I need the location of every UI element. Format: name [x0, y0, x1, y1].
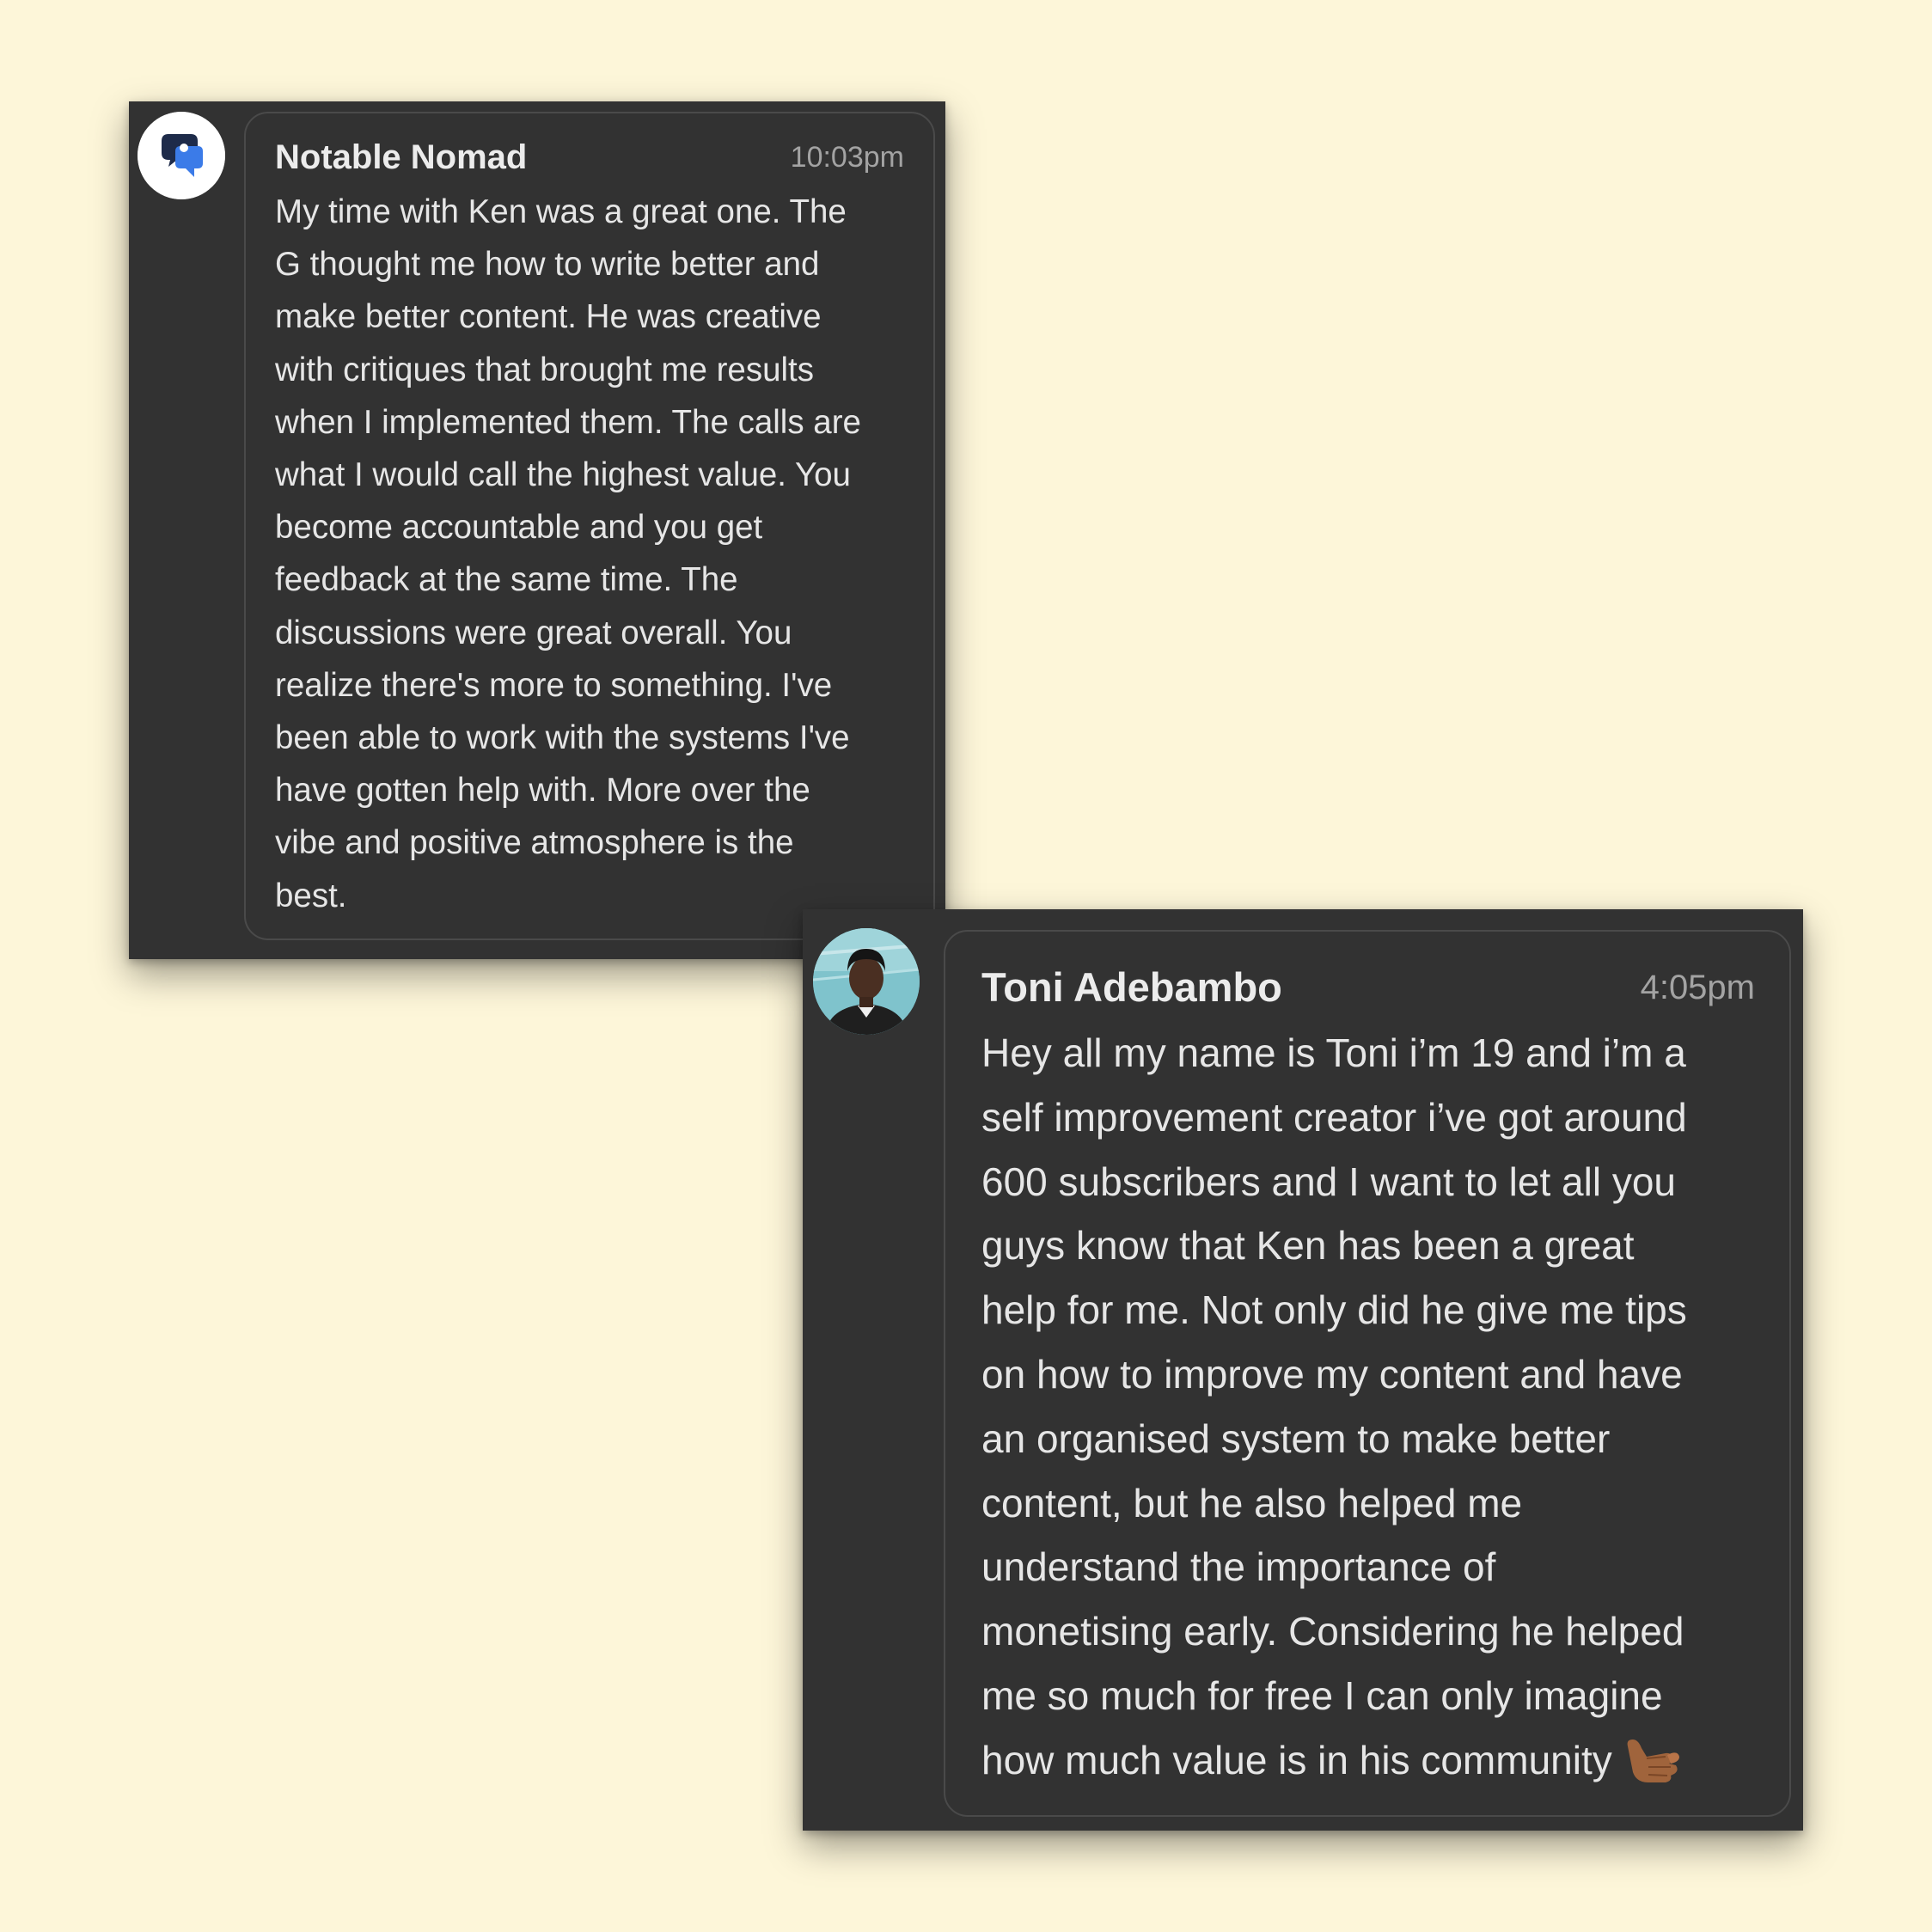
message-timestamp: 10:03pm	[790, 141, 904, 174]
message-timestamp: 4:05pm	[1640, 969, 1755, 1006]
message-line: vibe and positive atmosphere is the	[275, 824, 794, 862]
message-line: realize there's more to something. I've	[275, 666, 833, 704]
call-me-hand-emoji-icon	[1627, 1739, 1679, 1782]
message-body: Hey all my name is Toni i’m 19 and i’m a…	[981, 1021, 1687, 1793]
message-line: G thought me how to write better and	[275, 246, 820, 284]
message-line: Hey all my name is Toni i’m 19 and i’m a	[981, 1030, 1686, 1075]
notable-nomad-logo-icon	[138, 112, 225, 199]
message-body: My time with Ken was a great one. The G …	[275, 186, 861, 922]
message-line: me so much for free I can only imagine	[981, 1672, 1663, 1718]
message-line: have gotten help with. More over the	[275, 772, 810, 810]
message-line: discussions were great overall. You	[275, 614, 792, 651]
message-line: My time with Ken was a great one. The	[275, 193, 847, 230]
message-line: feedback at the same time. The	[275, 561, 738, 599]
message-line: with critiques that brought me results	[275, 351, 814, 388]
message-line: when I implemented them. The calls are	[275, 403, 861, 441]
message-line: make better content. He was creative	[275, 298, 822, 336]
message-line: monetising early. Considering he helped	[981, 1609, 1684, 1654]
message-bubble: Notable Nomad 10:03pm My time with Ken w…	[244, 112, 935, 940]
message-line: 600 subscribers and I want to let all yo…	[981, 1159, 1677, 1204]
message-card-toni-adebambo: Toni Adebambo 4:05pm Hey all my name is …	[803, 909, 1803, 1831]
message-line: what I would call the highest value. You	[275, 456, 851, 494]
message-line: content, but he also helped me	[981, 1480, 1523, 1525]
user-photo-avatar	[813, 928, 920, 1035]
message-line: best.	[275, 877, 347, 914]
message-line: been able to work with the systems I've	[275, 719, 850, 757]
message-line-text: how much value is in his community	[981, 1737, 1612, 1782]
message-line: on how to improve my content and have	[981, 1351, 1683, 1397]
message-line: help for me. Not only did he give me tip…	[981, 1287, 1687, 1333]
avatar[interactable]	[138, 112, 225, 199]
author-name[interactable]: Notable Nomad	[275, 134, 527, 180]
message-line: how much value is in his community	[981, 1728, 1687, 1793]
message-line: an organised system to make better	[981, 1415, 1611, 1461]
message-line: understand the importance of	[981, 1544, 1496, 1590]
message-card-notable-nomad: Notable Nomad 10:03pm My time with Ken w…	[129, 101, 945, 959]
message-line: become accountable and you get	[275, 509, 763, 547]
message-line: guys know that Ken has been a great	[981, 1223, 1635, 1269]
message-bubble: Toni Adebambo 4:05pm Hey all my name is …	[944, 930, 1791, 1817]
message-line: self improvement creator i’ve got around	[981, 1094, 1687, 1140]
avatar[interactable]	[813, 928, 920, 1035]
author-name[interactable]: Toni Adebambo	[981, 959, 1282, 1016]
